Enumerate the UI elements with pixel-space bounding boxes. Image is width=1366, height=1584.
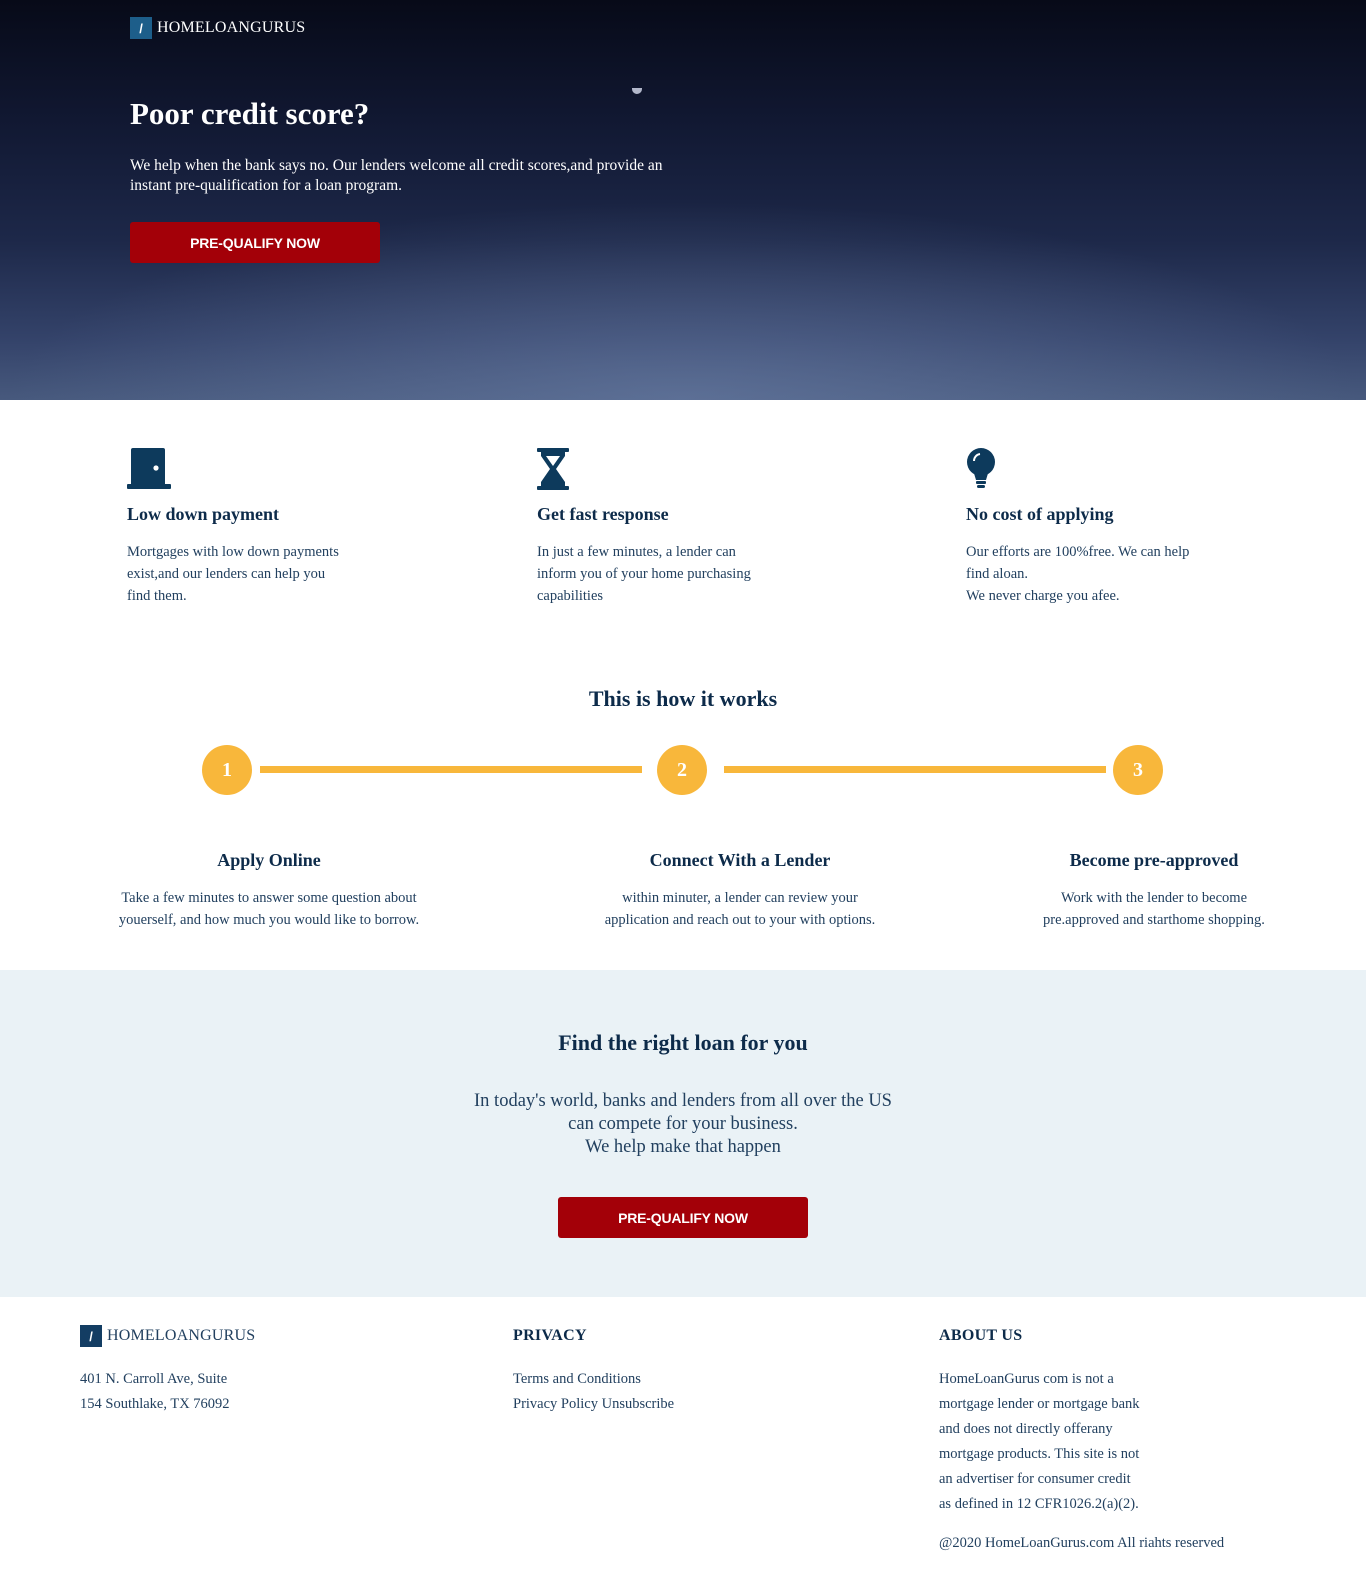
- step-number-circle: 2: [657, 745, 707, 795]
- feature-no-cost: No cost of applying Our efforts are 100%…: [966, 448, 1266, 607]
- pre-qualify-button-bottom[interactable]: PRE-QUALIFY NOW: [558, 1197, 808, 1238]
- step-connector-line: [724, 766, 1106, 773]
- step-title: Apply Online: [217, 850, 321, 870]
- privacy-heading: PRIVACY: [513, 1327, 587, 1344]
- brand-mark-icon: /: [80, 1325, 102, 1347]
- about-line: mortgage products. This site is not: [939, 1446, 1140, 1462]
- lightbulb-icon: [966, 448, 1266, 490]
- feature-text: In just a few minutes, a lender can info…: [537, 544, 751, 604]
- brand-mark-icon: /: [130, 17, 152, 39]
- pre-qualify-button-hero[interactable]: PRE-QUALIFY NOW: [130, 222, 380, 263]
- hero-description: We help when the bank says no. Our lende…: [130, 157, 663, 194]
- feature-low-down-payment: Low down payment Mortgages with low down…: [127, 448, 427, 607]
- door-icon: [127, 448, 427, 490]
- step-number-circle: 3: [1113, 745, 1163, 795]
- feature-text: Our efforts are 100%free. We can help fi…: [966, 544, 1190, 604]
- hero-title: Poor credit score?: [130, 96, 370, 131]
- hero-section: / HOMELOANGURUS Poor credit score? We he…: [0, 0, 1366, 400]
- step-title: Become pre-approved: [1069, 850, 1239, 870]
- feature-title: No cost of applying: [966, 504, 1114, 524]
- copyright: @2020 HomeLoanGurus.com All riahts reser…: [939, 1535, 1225, 1551]
- step-number-circle: 1: [202, 745, 252, 795]
- hourglass-icon: [537, 448, 837, 490]
- step-text: within minuter, a lender can review your…: [604, 890, 876, 928]
- feature-text: Mortgages with low down payments exist,a…: [127, 544, 339, 604]
- terms-link[interactable]: Terms and Conditions: [513, 1367, 674, 1392]
- feature-title: Low down payment: [127, 504, 280, 524]
- address-line: 154 Southlake, TX 76092: [80, 1396, 230, 1412]
- about-text: HomeLoanGurus com is not a mortgage lend…: [939, 1367, 1140, 1517]
- find-loan-section: Find the right loan for you In today's w…: [0, 970, 1366, 1297]
- find-loan-text: In today's world, banks and lenders from…: [474, 1091, 892, 1157]
- feature-title: Get fast response: [537, 504, 669, 524]
- footer-links: Terms and Conditions Privacy Policy Unsu…: [513, 1367, 674, 1417]
- about-line: an advertiser for consumer credit: [939, 1471, 1131, 1487]
- about-line: mortgage lender or mortgage bank: [939, 1396, 1140, 1412]
- find-loan-title: Find the right loan for you: [558, 1030, 808, 1055]
- step-connect-lender: Connect With a Lender within minuter, a …: [550, 850, 930, 931]
- footer-address: 401 N. Carroll Ave, Suite 154 Southlake,…: [80, 1367, 230, 1417]
- about-line: as defined in 12 CFR1026.2(a)(2).: [939, 1496, 1139, 1512]
- about-heading: ABOUT US: [939, 1327, 1023, 1344]
- step-pre-approved: Become pre-approved Work with the lender…: [964, 850, 1344, 931]
- step-connector-line: [260, 766, 642, 773]
- feature-fast-response: Get fast response In just a few minutes,…: [537, 448, 837, 607]
- brand-name: HOMELOANGURUS: [157, 19, 306, 36]
- step-text: Take a few minutes to answer some questi…: [118, 890, 420, 928]
- step-text: Work with the lender to become pre.appro…: [1043, 890, 1265, 928]
- footer-brand-logo[interactable]: / HOMELOANGURUS: [80, 1325, 255, 1347]
- privacy-unsubscribe-link[interactable]: Privacy Policy Unsubscribe: [513, 1392, 674, 1417]
- brand-name: HOMELOANGURUS: [107, 1327, 256, 1344]
- about-line: HomeLoanGurus com is not a: [939, 1371, 1114, 1387]
- step-apply-online: Apply Online Take a few minutes to answe…: [79, 850, 459, 931]
- how-it-works-title: This is how it works: [588, 686, 778, 711]
- brand-logo[interactable]: / HOMELOANGURUS: [130, 17, 305, 39]
- address-line: 401 N. Carroll Ave, Suite: [80, 1371, 228, 1387]
- step-title: Connect With a Lender: [649, 850, 831, 870]
- about-line: and does not directly offerany: [939, 1421, 1113, 1437]
- moon-decoration: [632, 88, 642, 94]
